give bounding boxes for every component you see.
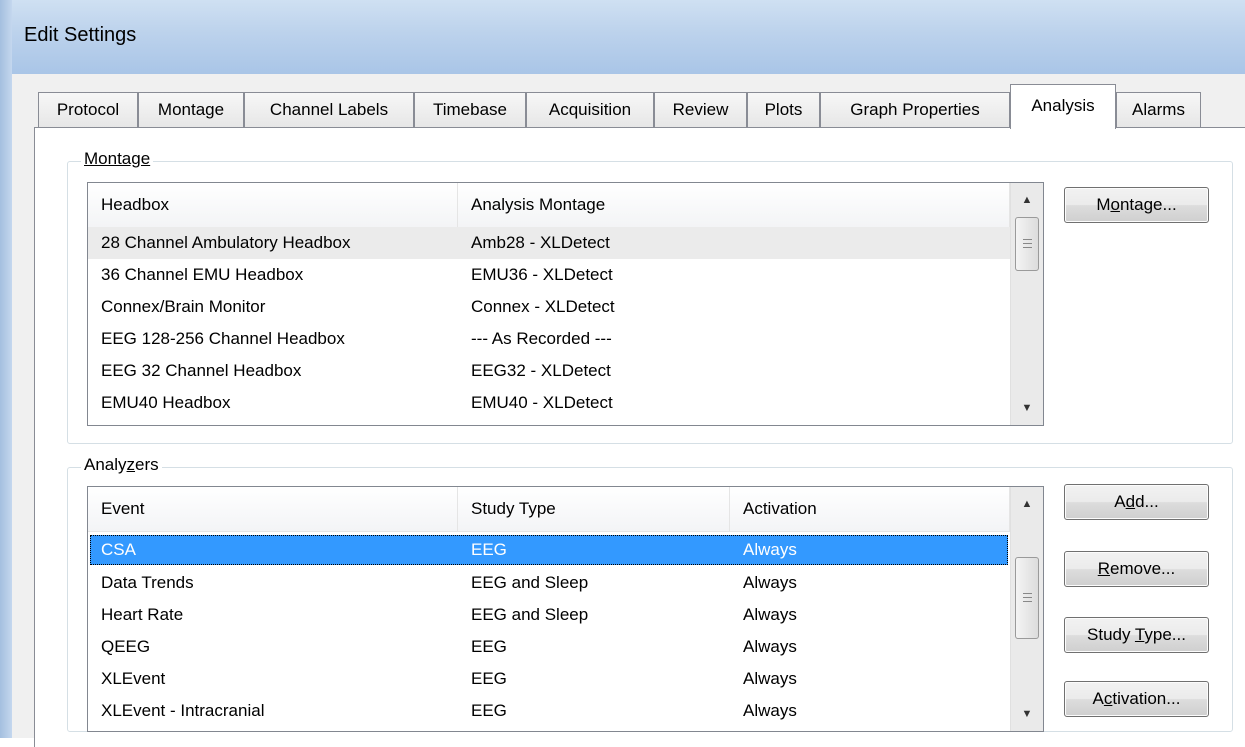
cell-headbox: 28 Channel Ambulatory Headbox bbox=[101, 233, 351, 252]
window-frame-edge bbox=[0, 0, 12, 738]
cell-headbox: Connex/Brain Monitor bbox=[101, 297, 266, 316]
montage-scrollbar[interactable]: ▲ ▼ bbox=[1010, 183, 1043, 425]
list-item[interactable]: 28 Channel Ambulatory Headbox Amb28 - XL… bbox=[88, 227, 1010, 259]
tab-graph-properties[interactable]: Graph Properties bbox=[820, 92, 1010, 128]
cell-study-type: EEG bbox=[471, 701, 507, 720]
cell-headbox: EEG 32 Channel Headbox bbox=[101, 361, 302, 380]
tab-timebase[interactable]: Timebase bbox=[414, 92, 526, 128]
dialog-client-area: Protocol Montage Channel Labels Timebase… bbox=[12, 74, 1245, 747]
add-button[interactable]: Add... bbox=[1064, 484, 1209, 520]
study-type-button[interactable]: Study Type... bbox=[1064, 617, 1209, 653]
column-header-study-type[interactable]: Study Type bbox=[458, 487, 730, 531]
cell-analysis-montage: EMU36 - XLDetect bbox=[471, 265, 613, 284]
scroll-down-arrow-icon[interactable]: ▼ bbox=[1011, 395, 1043, 421]
tab-strip: Protocol Montage Channel Labels Timebase… bbox=[38, 84, 1245, 129]
montage-list[interactable]: Headbox Analysis Montage 28 Channel Ambu… bbox=[87, 182, 1044, 426]
tab-montage[interactable]: Montage bbox=[138, 92, 244, 128]
tab-analysis[interactable]: Analysis bbox=[1010, 84, 1116, 129]
cell-headbox: EEG 128-256 Channel Headbox bbox=[101, 329, 345, 348]
cell-analysis-montage: --- As Recorded --- bbox=[471, 329, 612, 348]
cell-activation: Always bbox=[743, 605, 797, 624]
list-item[interactable]: EEG 128-256 Channel Headbox --- As Recor… bbox=[88, 323, 1010, 355]
cell-activation: Always bbox=[743, 540, 797, 559]
cell-analysis-montage: Amb28 - XLDetect bbox=[471, 233, 610, 252]
cell-event: Heart Rate bbox=[101, 605, 184, 624]
scroll-down-arrow-icon[interactable]: ▼ bbox=[1011, 701, 1043, 727]
cell-headbox: 36 Channel EMU Headbox bbox=[101, 265, 304, 284]
scroll-thumb[interactable] bbox=[1015, 217, 1039, 271]
analyzers-group-label: Analyzers bbox=[81, 455, 162, 475]
list-item[interactable]: XLEvent - Intracranial EEG Always bbox=[88, 695, 1010, 727]
montage-button[interactable]: Montage... bbox=[1064, 187, 1209, 223]
list-item[interactable]: Data Trends EEG and Sleep Always bbox=[88, 567, 1010, 599]
cell-study-type: EEG bbox=[471, 669, 507, 688]
tab-channel-labels[interactable]: Channel Labels bbox=[244, 92, 414, 128]
analyzers-list-header: Event Study Type Activation bbox=[88, 487, 1010, 532]
title-bar[interactable]: Edit Settings bbox=[0, 0, 1245, 75]
cell-activation: Always bbox=[743, 669, 797, 688]
cell-activation: Always bbox=[743, 573, 797, 592]
tab-review[interactable]: Review bbox=[654, 92, 747, 128]
list-item[interactable]: XLEvent EEG Always bbox=[88, 663, 1010, 695]
tab-acquisition[interactable]: Acquisition bbox=[526, 92, 654, 128]
cell-event: QEEG bbox=[101, 637, 151, 656]
tab-plots[interactable]: Plots bbox=[747, 92, 820, 128]
cell-study-type: EEG bbox=[471, 637, 507, 656]
montage-group-label: Montage bbox=[81, 149, 154, 169]
column-header-activation[interactable]: Activation bbox=[730, 487, 1010, 531]
list-item[interactable]: EEG 32 Channel Headbox EEG32 - XLDetect bbox=[88, 355, 1010, 387]
cell-event: CSA bbox=[101, 540, 136, 559]
remove-button[interactable]: Remove... bbox=[1064, 551, 1209, 587]
cell-study-type: EEG and Sleep bbox=[471, 573, 589, 592]
tab-protocol[interactable]: Protocol bbox=[38, 92, 138, 128]
cell-analysis-montage: EEG32 - XLDetect bbox=[471, 361, 611, 380]
list-item[interactable]: Heart Rate EEG and Sleep Always bbox=[88, 599, 1010, 631]
cell-study-type: EEG and Sleep bbox=[471, 605, 589, 624]
scroll-thumb[interactable] bbox=[1015, 557, 1039, 639]
cell-headbox: EMU40 Headbox bbox=[101, 393, 231, 412]
column-header-event[interactable]: Event bbox=[88, 487, 458, 531]
analyzers-scrollbar[interactable]: ▲ ▼ bbox=[1010, 487, 1043, 731]
list-item[interactable]: EMU40 Headbox EMU40 - XLDetect bbox=[88, 387, 1010, 419]
column-header-headbox[interactable]: Headbox bbox=[88, 183, 458, 227]
tab-alarms[interactable]: Alarms bbox=[1116, 92, 1201, 128]
analysis-tab-panel: Montage Headbox Analysis Montage 28 Chan… bbox=[34, 127, 1245, 747]
scroll-up-arrow-icon[interactable]: ▲ bbox=[1011, 491, 1043, 517]
list-item[interactable]: 36 Channel EMU Headbox EMU36 - XLDetect bbox=[88, 259, 1010, 291]
column-header-analysis-montage[interactable]: Analysis Montage bbox=[458, 183, 1010, 227]
window-title: Edit Settings bbox=[24, 24, 137, 46]
analyzers-list[interactable]: Event Study Type Activation CSA EEG Alwa… bbox=[87, 486, 1044, 732]
cell-analysis-montage: Connex - XLDetect bbox=[471, 297, 615, 316]
scroll-up-arrow-icon[interactable]: ▲ bbox=[1011, 187, 1043, 213]
cell-event: XLEvent - Intracranial bbox=[101, 701, 265, 720]
cell-study-type: EEG bbox=[471, 540, 507, 559]
activation-button[interactable]: Activation... bbox=[1064, 681, 1209, 717]
list-item[interactable]: QEEG EEG Always bbox=[88, 631, 1010, 663]
list-item-selected[interactable]: CSA EEG Always bbox=[90, 535, 1008, 565]
cell-activation: Always bbox=[743, 701, 797, 720]
cell-analysis-montage: EMU40 - XLDetect bbox=[471, 393, 613, 412]
cell-event: XLEvent bbox=[101, 669, 166, 688]
cell-event: Data Trends bbox=[101, 573, 194, 592]
cell-activation: Always bbox=[743, 637, 797, 656]
montage-list-header: Headbox Analysis Montage bbox=[88, 183, 1010, 228]
list-item[interactable]: Connex/Brain Monitor Connex - XLDetect bbox=[88, 291, 1010, 323]
